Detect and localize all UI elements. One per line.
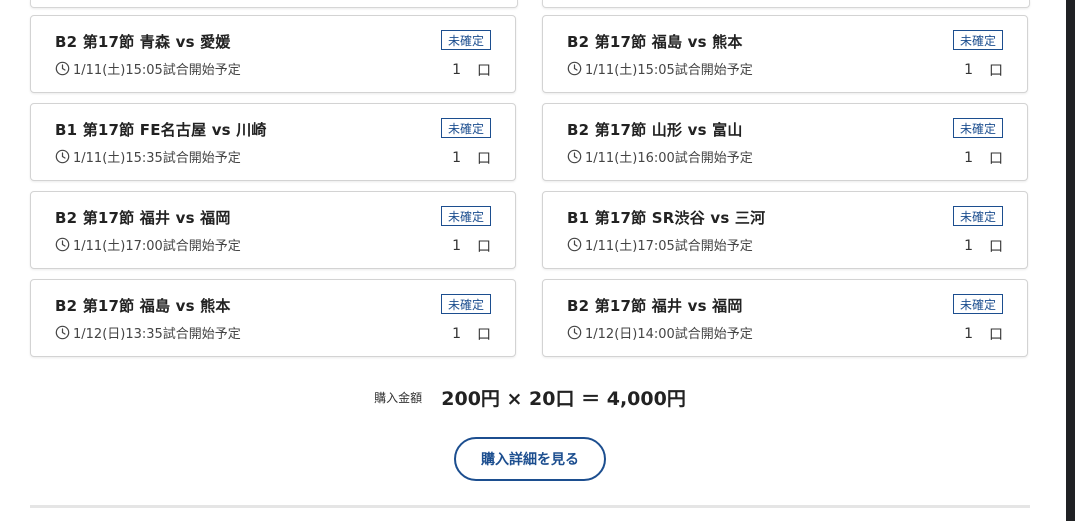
kickoff-time-text: 1/12(日)13:35試合開始予定 <box>73 327 241 342</box>
kickoff-time-text: 1/11(土)15:35試合開始予定 <box>73 151 241 166</box>
ticket-count: 1口 <box>964 324 1003 344</box>
kickoff-time-text: 1/11(土)17:00試合開始予定 <box>73 239 241 254</box>
match-card: B2 第17節 福島 vs 熊本 未確定 1/11(土)15:05試合開始予定 1 口 <box>542 15 1028 93</box>
kickoff-time: 1/11(土)15:35試合開始予定 <box>55 147 241 166</box>
previous-card-bottom-left <box>30 0 518 8</box>
match-card: B1 第17節 SR渋谷 vs 三河 未確定 1/11(土)17:05試合開始予定 1… <box>542 191 1028 269</box>
clock-icon <box>567 61 582 76</box>
kickoff-time: 1/11(土)16:00試合開始予定 <box>567 147 753 166</box>
match-title: B2 第17節 福島 vs 熊本 <box>567 33 743 51</box>
status-badge: 未確定 <box>440 206 491 226</box>
ticket-count-value: 1 <box>452 150 461 166</box>
match-card: B2 第17節 福井 vs 福岡 未確定 1/12(日)14:00試合開始予定 1 口 <box>542 279 1028 357</box>
kickoff-time: 1/11(土)17:05試合開始予定 <box>567 235 753 254</box>
purchase-amount-label: 購入金額 <box>374 391 423 405</box>
status-badge: 未確定 <box>440 294 491 314</box>
status-badge: 未確定 <box>952 118 1003 138</box>
kickoff-time-text: 1/12(日)14:00試合開始予定 <box>585 327 753 342</box>
ticket-count-value: 1 <box>964 326 973 342</box>
status-badge: 未確定 <box>952 294 1003 314</box>
ticket-count: 1口 <box>452 324 491 344</box>
purchase-amount-expression: 200円 × 20口 ＝ 4,000円 <box>441 388 686 410</box>
view-purchase-details-button[interactable]: 購入詳細を見る <box>454 437 606 481</box>
kickoff-time: 1/11(土)15:05試合開始予定 <box>567 59 753 78</box>
window-edge <box>1066 0 1075 521</box>
ticket-count: 1口 <box>452 236 491 256</box>
clock-icon <box>55 325 70 340</box>
ticket-count-unit: 口 <box>477 151 491 167</box>
clock-icon <box>567 325 582 340</box>
kickoff-time: 1/11(土)15:05試合開始予定 <box>55 59 241 78</box>
match-card: B2 第17節 福井 vs 福岡 未確定 1/11(土)17:00試合開始予定 1 口 <box>30 191 516 269</box>
match-title: B2 第17節 福島 vs 熊本 <box>55 297 231 315</box>
ticket-count-unit: 口 <box>989 239 1003 255</box>
ticket-count: 1口 <box>452 148 491 168</box>
ticket-count-unit: 口 <box>989 327 1003 343</box>
clock-icon <box>567 237 582 252</box>
ticket-count-unit: 口 <box>477 327 491 343</box>
kickoff-time-text: 1/11(土)15:05試合開始予定 <box>585 63 753 78</box>
clock-icon <box>55 237 70 252</box>
match-title: B2 第17節 福井 vs 福岡 <box>567 297 743 315</box>
kickoff-time: 1/11(土)17:00試合開始予定 <box>55 235 241 254</box>
clock-icon <box>55 61 70 76</box>
match-card: B2 第17節 青森 vs 愛媛 未確定 1/11(土)15:05試合開始予定 1 口 <box>30 15 516 93</box>
status-badge: 未確定 <box>952 30 1003 50</box>
ticket-count: 1口 <box>964 60 1003 80</box>
clock-icon <box>55 149 70 164</box>
ticket-count-value: 1 <box>452 238 461 254</box>
status-badge: 未確定 <box>440 30 491 50</box>
purchase-amount: 購入金額 200円 × 20口 ＝ 4,000円 <box>0 384 1060 411</box>
kickoff-time-text: 1/11(土)16:00試合開始予定 <box>585 151 753 166</box>
match-title: B2 第17節 福井 vs 福岡 <box>55 209 231 227</box>
ticket-count: 1口 <box>452 60 491 80</box>
ticket-count-value: 1 <box>964 62 973 78</box>
ticket-count-unit: 口 <box>477 239 491 255</box>
kickoff-time: 1/12(日)13:35試合開始予定 <box>55 323 241 342</box>
clock-icon <box>567 149 582 164</box>
kickoff-time-text: 1/11(土)17:05試合開始予定 <box>585 239 753 254</box>
match-card: B1 第17節 FE名古屋 vs 川崎 未確定 1/11(土)15:35試合開始予定… <box>30 103 516 181</box>
status-badge: 未確定 <box>440 118 491 138</box>
match-card: B2 第17節 山形 vs 富山 未確定 1/11(土)16:00試合開始予定 1 口 <box>542 103 1028 181</box>
ticket-count-value: 1 <box>452 62 461 78</box>
ticket-count: 1口 <box>964 148 1003 168</box>
kickoff-time-text: 1/11(土)15:05試合開始予定 <box>73 63 241 78</box>
match-title: B1 第17節 FE名古屋 vs 川崎 <box>55 121 267 139</box>
ticket-count-unit: 口 <box>989 63 1003 79</box>
kickoff-time: 1/12(日)14:00試合開始予定 <box>567 323 753 342</box>
match-title: B1 第17節 SR渋谷 vs 三河 <box>567 209 766 227</box>
purchase-summary-page: B2 第17節 青森 vs 愛媛 未確定 1/11(土)15:05試合開始予定 1 口 B… <box>0 0 1066 521</box>
ticket-count-value: 1 <box>964 150 973 166</box>
match-title: B2 第17節 山形 vs 富山 <box>567 121 743 139</box>
ticket-count: 1口 <box>964 236 1003 256</box>
ticket-count-unit: 口 <box>989 151 1003 167</box>
status-badge: 未確定 <box>952 206 1003 226</box>
section-divider <box>30 505 1030 508</box>
match-card: B2 第17節 福島 vs 熊本 未確定 1/12(日)13:35試合開始予定 1 口 <box>30 279 516 357</box>
ticket-count-value: 1 <box>452 326 461 342</box>
previous-card-bottom-right <box>542 0 1030 8</box>
ticket-count-unit: 口 <box>477 63 491 79</box>
match-title: B2 第17節 青森 vs 愛媛 <box>55 33 231 51</box>
ticket-count-value: 1 <box>964 238 973 254</box>
